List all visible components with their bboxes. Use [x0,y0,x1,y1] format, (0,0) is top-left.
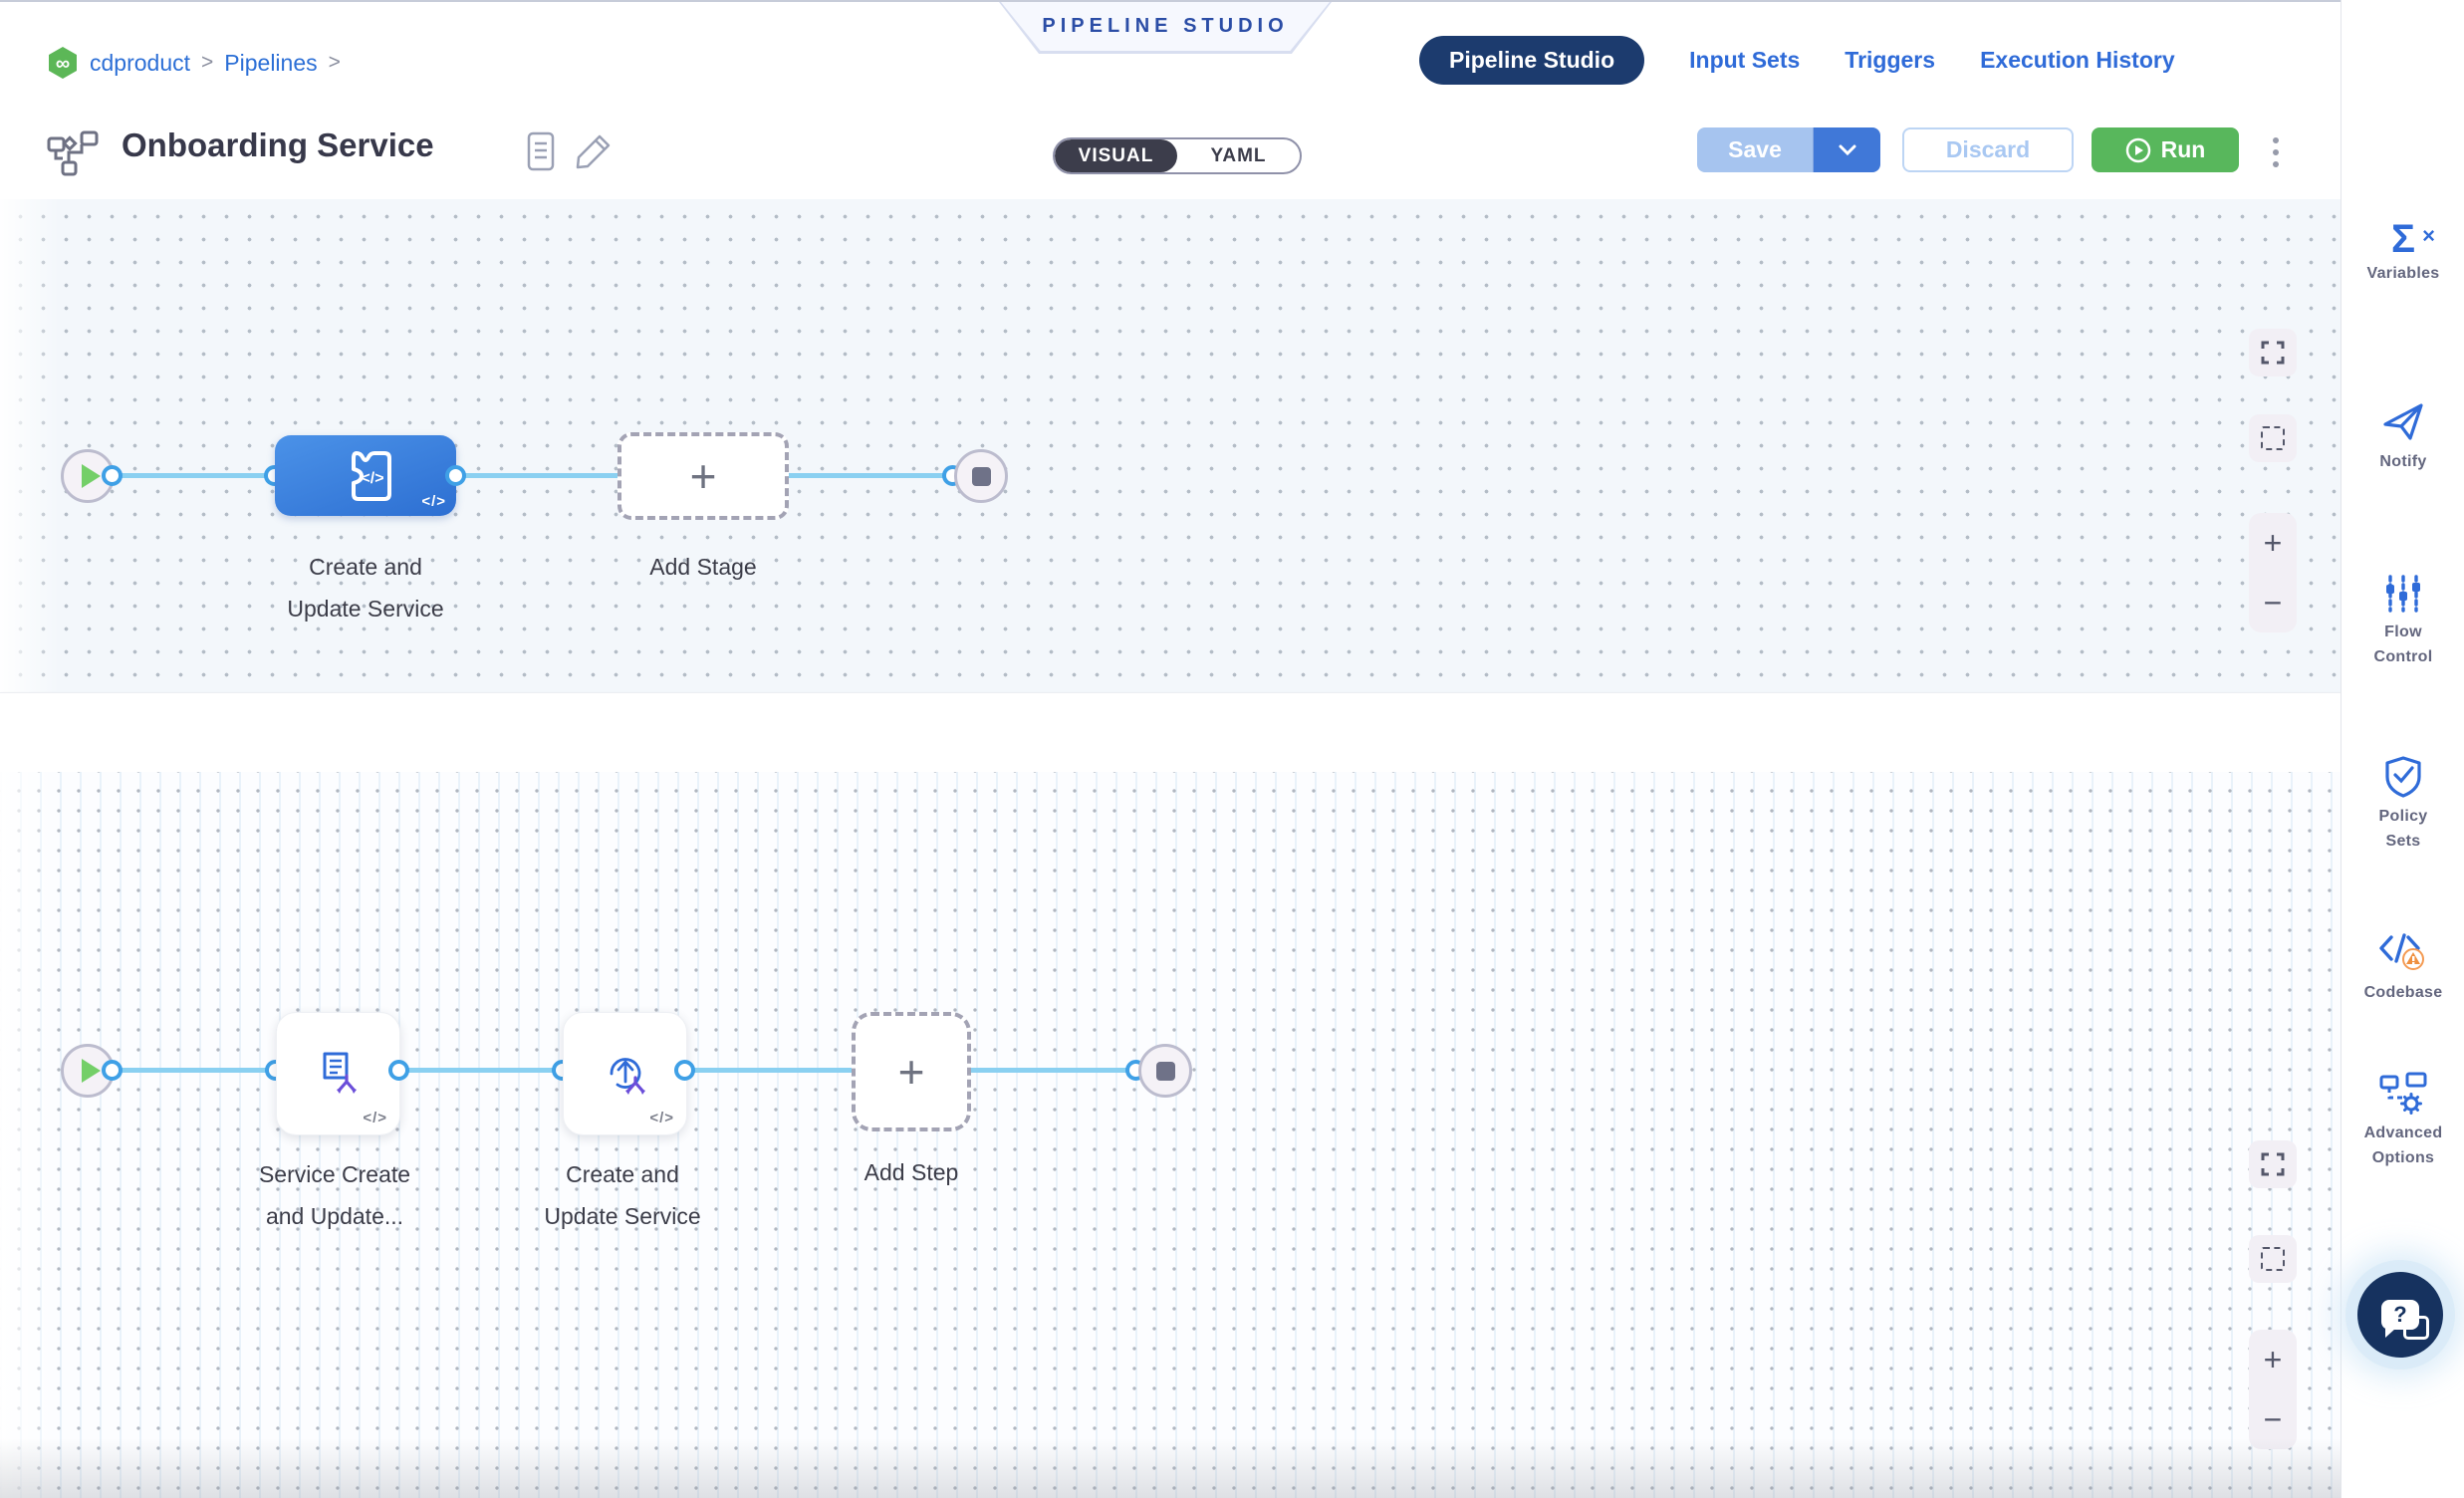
connector-port[interactable] [445,465,466,486]
tab-triggers[interactable]: Triggers [1845,47,1935,74]
breadcrumb-separator: > [329,51,341,75]
sidebar-item-codebase[interactable]: Codebase [2341,929,2464,1005]
end-stop-icon [972,467,991,486]
edge-line [87,473,980,478]
sidebar-item-variables[interactable]: Σ× Variables [2341,217,2464,286]
sidebar-item-advanced-options[interactable]: AdvancedOptions [2341,1072,2464,1170]
plus-icon: + [690,453,717,499]
fullscreen-icon [2261,341,2285,365]
toggle-yaml[interactable]: YAML [1177,139,1300,172]
play-circle-icon [2125,137,2151,163]
sidebar-item-flow-control[interactable]: FlowControl [2341,573,2464,669]
marquee-icon [2261,1247,2285,1271]
tab-execution-history[interactable]: Execution History [1980,47,2175,74]
stage-label: Create and Update Service [216,546,515,629]
codebase-icon [2377,929,2429,975]
more-options-kebab-icon[interactable] [2266,132,2286,172]
fullscreen-icon [2261,1152,2285,1176]
advanced-options-icon [2378,1072,2428,1116]
breadcrumb-project-link[interactable]: cdproduct [90,50,190,77]
stage-code-mark[interactable]: </> [421,493,446,510]
save-button[interactable]: Save [1697,127,1813,172]
marquee-select-button[interactable] [2249,414,2297,462]
pipeline-end-node [954,449,1008,503]
zoom-in-button[interactable]: + [2264,1344,2283,1375]
connector-port[interactable] [674,1060,695,1081]
canvas-bottom-shade [0,1438,2341,1498]
tab-pipeline-studio[interactable]: Pipeline Studio [1419,36,1644,85]
execution-end-node [1138,1044,1192,1098]
breadcrumb-pipelines-link[interactable]: Pipelines [224,50,317,77]
step-code-mark[interactable]: </> [649,1110,674,1126]
tab-input-sets[interactable]: Input Sets [1689,47,1800,74]
breadcrumb: ∞ cdproduct > Pipelines > [47,46,341,80]
stage-node-create-update-service[interactable]: </> </> [275,435,456,516]
banner-text: PIPELINE STUDIO [1042,15,1288,38]
help-chat-button[interactable]: ? [2357,1272,2443,1358]
zoom-in-button[interactable]: + [2264,527,2283,559]
svg-text:</>: </> [361,470,383,487]
pipeline-studio-banner: PIPELINE STUDIO [999,2,1332,54]
svg-text:∞: ∞ [56,53,70,75]
pipeline-icon [47,130,99,176]
zoom-controls: + − [2249,1330,2297,1449]
stage-tab-bar: Overview Execution Advanced Save as Temp… [0,692,2341,774]
top-nav-tabs: Pipeline Studio Input Sets Triggers Exec… [1419,35,2175,85]
discard-button[interactable]: Discard [1902,127,2074,172]
run-button[interactable]: Run [2092,127,2239,172]
page-title: Onboarding Service [122,126,434,164]
variables-icon: Σ× [2391,217,2415,261]
step-code-mark[interactable]: </> [363,1110,387,1126]
zoom-out-button[interactable]: − [2264,1403,2283,1435]
connector-port[interactable] [102,465,123,486]
notify-paper-plane-icon [2380,398,2426,444]
custom-stage-icon: </> [335,447,396,505]
add-stage-label: Add Stage [554,546,853,588]
add-step-button[interactable]: + [852,1012,971,1131]
zoom-out-button[interactable]: − [2264,587,2283,619]
fullscreen-button[interactable] [2249,1140,2297,1188]
step-node-create-update-service[interactable]: </> [563,1012,687,1135]
pipeline-canvas[interactable]: </> </> + Create and Update Service Add … [0,199,2341,692]
window-top-edge [0,0,2464,2]
flow-control-sliders-icon [2383,573,2423,615]
script-step-icon [311,1046,367,1102]
canvas-left-shade [0,772,60,1498]
marquee-select-button[interactable] [2249,1235,2297,1283]
start-play-icon [82,1059,101,1083]
toggle-visual[interactable]: VISUAL [1055,139,1177,172]
connector-port[interactable] [102,1060,123,1081]
notes-icon[interactable] [526,131,556,171]
fullscreen-button[interactable] [2249,329,2297,376]
save-dropdown-button[interactable] [1813,127,1880,172]
chat-second-bubble-icon [2403,1316,2429,1340]
plus-icon: + [898,1049,925,1095]
start-play-icon [82,464,101,488]
top-bar: ∞ cdproduct > Pipelines > PIPELINE STUDI… [0,0,2341,106]
canvas-left-shade [0,199,60,692]
step1-label: Service Create and Update... [185,1153,484,1237]
step2-label: Create and Update Service [473,1153,772,1237]
harness-logo-icon: ∞ [47,46,79,80]
add-stage-button[interactable]: + [617,432,789,520]
chevron-down-icon [1838,143,1857,157]
sidebar-item-notify[interactable]: Notify [2341,398,2464,474]
sync-step-icon [598,1046,653,1102]
breadcrumb-separator: > [201,51,213,75]
execution-canvas[interactable]: </> </> + Service Create and Update... C… [0,772,2341,1498]
sidebar-item-policy-sets[interactable]: PolicySets [2341,755,2464,854]
end-stop-icon [1156,1062,1175,1081]
add-step-label: Add Step [762,1151,1061,1193]
pipeline-title-bar: Onboarding Service VISUAL YAML Save Disc… [0,105,2341,200]
policy-shield-icon [2382,755,2424,799]
marquee-icon [2261,426,2285,450]
step-node-service-create-update[interactable]: </> [276,1012,400,1135]
pipeline-studio-app: ∞ cdproduct > Pipelines > PIPELINE STUDI… [0,0,2464,1498]
visual-yaml-toggle: VISUAL YAML [1053,137,1302,174]
connector-port[interactable] [388,1060,409,1081]
zoom-controls: + − [2249,513,2297,632]
edit-pencil-icon[interactable] [574,131,614,171]
